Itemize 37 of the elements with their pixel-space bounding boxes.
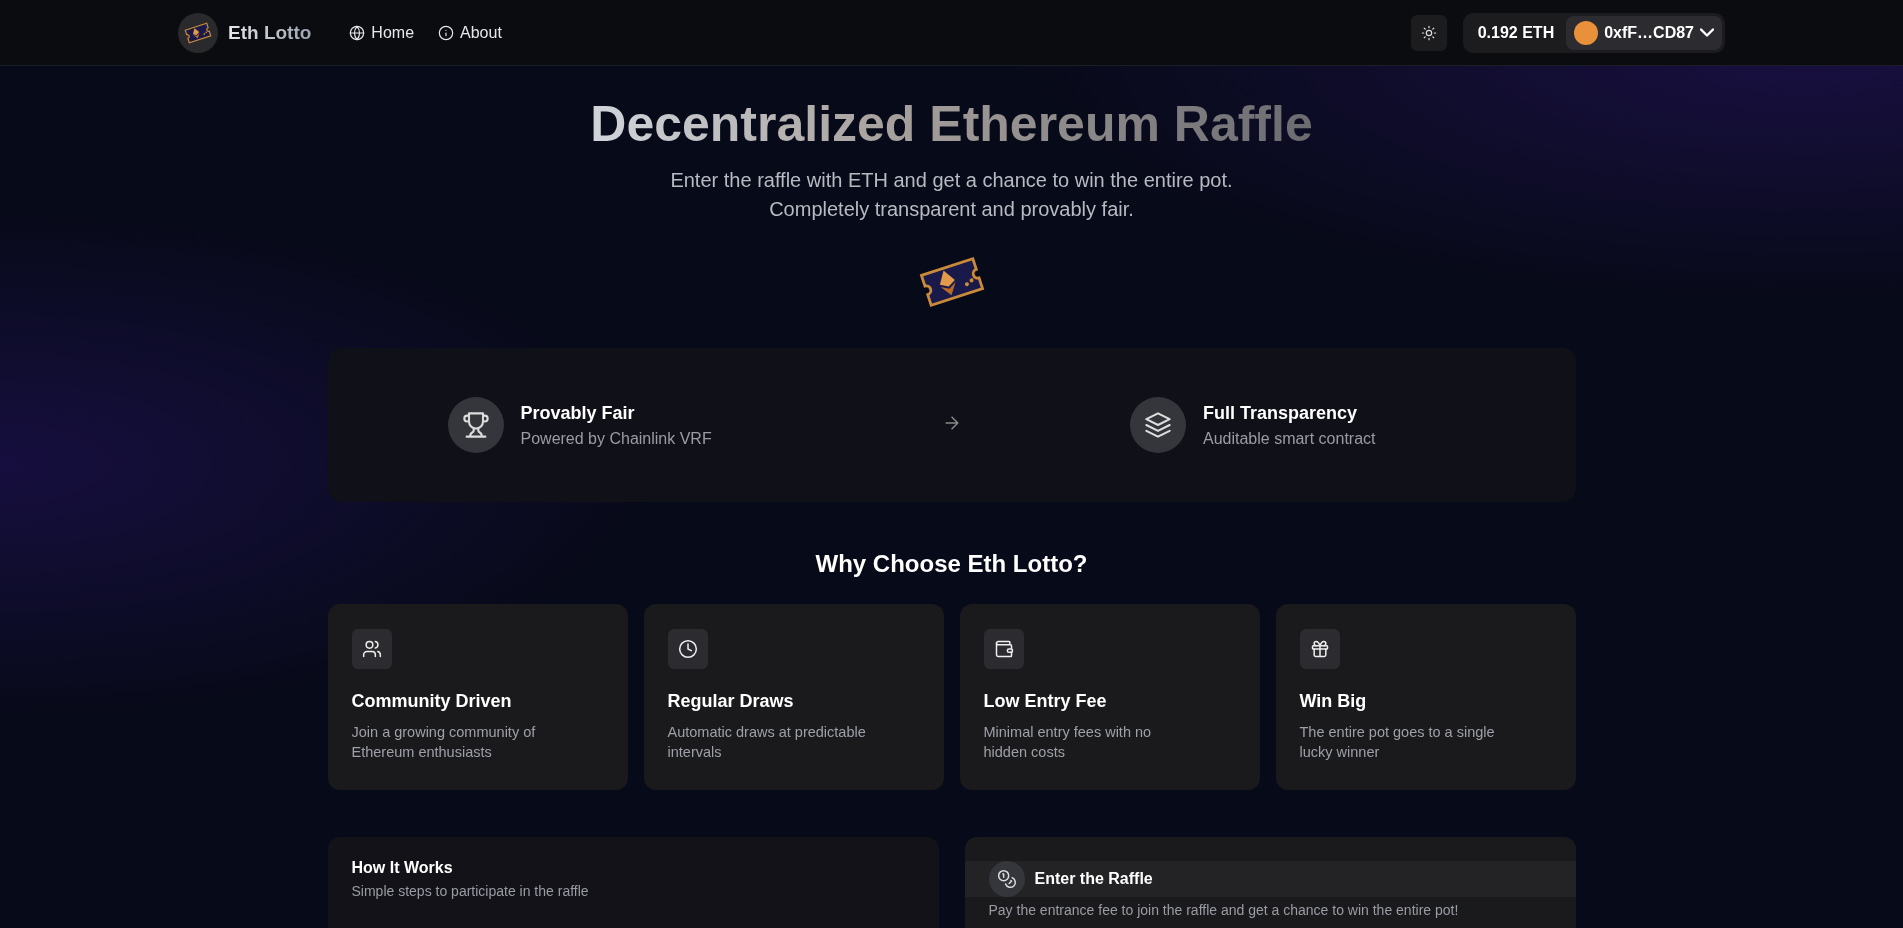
nav-link[interactable]: Home: [349, 23, 415, 42]
feature-description: Automatic draws at predictable intervals: [667, 723, 867, 762]
highlight-subtitle: Auditable smart contract: [1202, 429, 1376, 448]
users-icon: [361, 639, 382, 659]
sun-icon: [1420, 24, 1437, 41]
chevron-down-icon: [1700, 28, 1714, 37]
feature-title: Community Driven: [351, 691, 513, 712]
feature-title: Regular Draws: [667, 691, 795, 712]
card-description: Pay the entrance fee to join the raffle and get a chance to win the entire pot!: [987, 901, 1460, 918]
globe-icon: [349, 24, 366, 41]
feature-description: Join a growing community of Ethereum enthusiasts: [351, 723, 537, 762]
gift-icon: [1309, 639, 1330, 659]
eth-balance: 0.192 ETH: [1476, 23, 1556, 42]
feature-title: Low Entry Fee: [983, 691, 1108, 712]
card-title: Enter the Raffle: [1034, 870, 1153, 888]
card-subtitle: Simple steps to participate in the raffle: [351, 883, 590, 899]
logo-badge[interactable]: [178, 12, 218, 53]
layers-icon: [1143, 411, 1172, 439]
feature-description: Minimal entry fees with no hidden costs: [983, 723, 1153, 762]
highlight-title: Provably Fair: [520, 402, 636, 424]
hero-subtitle: Completely transparent and provably fair.: [768, 197, 1135, 222]
hero-subtitle: Enter the raffle with ETH and get a chance to win the entire pot.: [670, 168, 1233, 193]
theme-toggle-button[interactable]: [1410, 14, 1447, 51]
section-heading: Why Choose Eth Lotto?: [815, 550, 1088, 578]
card-title: How It Works: [351, 859, 454, 877]
coins-icon: [996, 869, 1017, 889]
wallet-icon: [993, 639, 1014, 659]
avatar-icon: [1574, 20, 1599, 45]
info-icon: [438, 24, 455, 41]
highlight-subtitle: Powered by Chainlink VRF: [520, 429, 712, 448]
trophy-icon: [461, 411, 490, 439]
clock-icon: [677, 639, 698, 659]
highlight-title: Full Transparency: [1202, 402, 1359, 424]
feature-description: The entire pot goes to a single lucky winner: [1299, 723, 1496, 762]
account-button[interactable]: 0xfF…CD87: [1566, 15, 1722, 50]
feature-title: Win Big: [1299, 691, 1368, 712]
nav-link[interactable]: About: [438, 23, 502, 42]
